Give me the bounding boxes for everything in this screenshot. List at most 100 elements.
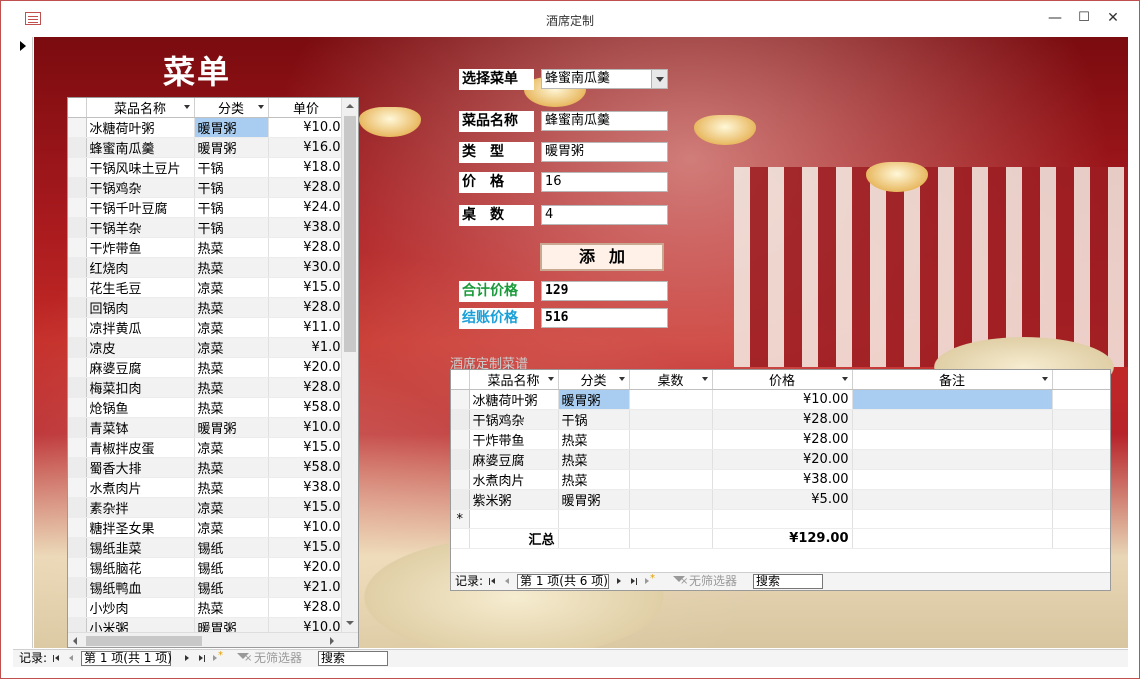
order-cell-price[interactable]: ¥10.00 [712, 389, 853, 410]
order-cell-notes[interactable] [852, 449, 1053, 470]
order-cell-category[interactable]: 暖胃粥 [558, 389, 630, 410]
nav-last-icon[interactable] [627, 573, 639, 590]
new-record-cell[interactable] [712, 509, 853, 529]
menu-cell-name[interactable]: 干锅鸡杂 [86, 177, 195, 198]
new-record-cell[interactable] [558, 509, 630, 529]
order-cell-notes[interactable] [852, 489, 1053, 510]
order-cell-category[interactable]: 干锅 [558, 409, 630, 430]
table-row[interactable]: 青菜钵 暖胃粥 ¥10.0 [68, 417, 345, 438]
order-cell-category[interactable]: 热菜 [558, 429, 630, 450]
scroll-down-arrow-icon[interactable] [342, 615, 358, 631]
order-header-selector[interactable] [451, 370, 470, 390]
order-cell-name[interactable]: 麻婆豆腐 [469, 449, 559, 470]
menu-col-price[interactable]: 单价 [268, 98, 345, 118]
menu-cell-category[interactable]: 热菜 [194, 477, 269, 498]
nav-new-icon[interactable] [211, 647, 223, 667]
row-selector[interactable] [68, 437, 87, 458]
nav-last-icon[interactable] [195, 650, 207, 667]
form-record-selector[interactable] [13, 37, 33, 648]
order-subform[interactable]: 菜品名称 分类 桌数 价格 备注 冰糖荷叶粥 暖胃粥 ¥10.00 干锅鸡杂 干锅 ¥28… [450, 369, 1111, 591]
row-selector[interactable] [451, 469, 470, 490]
menu-cell-name[interactable]: 回锅肉 [86, 297, 195, 318]
dropdown-arrow-icon[interactable] [701, 377, 708, 381]
row-selector[interactable] [68, 517, 87, 538]
order-filter-status[interactable]: 无筛选器 [689, 573, 737, 590]
order-cell-tables[interactable] [629, 409, 713, 430]
row-selector[interactable] [68, 117, 87, 138]
table-row[interactable]: 花生毛豆 凉菜 ¥15.0 [68, 277, 345, 298]
menu-cell-price[interactable]: ¥58.0 [268, 457, 345, 478]
row-selector[interactable] [68, 397, 87, 418]
table-row[interactable]: 凉皮 凉菜 ¥1.0 [68, 337, 345, 358]
order-cell-price[interactable]: ¥28.00 [712, 409, 853, 430]
dropdown-arrow-icon[interactable] [547, 377, 554, 381]
row-selector[interactable] [68, 137, 87, 158]
row-selector[interactable] [68, 477, 87, 498]
table-row[interactable]: 锡纸韭菜 锡纸 ¥15.0 [68, 537, 345, 558]
table-row[interactable]: 炝锅鱼 热菜 ¥58.0 [68, 397, 345, 418]
total-price-field[interactable]: 129 [541, 281, 668, 301]
menu-cell-price[interactable]: ¥15.0 [268, 437, 345, 458]
menu-cell-category[interactable]: 热菜 [194, 457, 269, 478]
close-button[interactable]: ✕ [1102, 7, 1124, 29]
order-cell-tables[interactable] [629, 429, 713, 450]
menu-cell-price[interactable]: ¥28.0 [268, 237, 345, 258]
order-cell-tables[interactable] [629, 489, 713, 510]
menu-vertical-scrollbar[interactable] [341, 98, 358, 632]
order-cell-name[interactable]: 干炸带鱼 [469, 429, 559, 450]
order-cell-category[interactable]: 热菜 [558, 469, 630, 490]
menu-col-name[interactable]: 菜品名称 [86, 98, 195, 118]
menu-cell-name[interactable]: 锡纸脑花 [86, 557, 195, 578]
menu-cell-name[interactable]: 干锅千叶豆腐 [86, 197, 195, 218]
row-selector[interactable] [451, 429, 470, 450]
order-cell-notes[interactable] [852, 409, 1053, 430]
row-selector[interactable] [68, 237, 87, 258]
row-selector[interactable] [68, 217, 87, 238]
table-row[interactable]: 紫米粥 暖胃粥 ¥5.00 [451, 489, 1110, 510]
menu-cell-name[interactable]: 水煮肉片 [86, 477, 195, 498]
order-cell-name[interactable]: 冰糖荷叶粥 [469, 389, 559, 410]
menu-cell-category[interactable]: 热菜 [194, 357, 269, 378]
menu-cell-name[interactable]: 素杂拌 [86, 497, 195, 518]
row-selector[interactable] [68, 417, 87, 438]
price-field[interactable]: 16 [541, 172, 668, 192]
menu-cell-name[interactable]: 小炒肉 [86, 597, 195, 618]
menu-cell-price[interactable]: ¥28.0 [268, 597, 345, 618]
row-selector[interactable] [68, 537, 87, 558]
row-selector[interactable] [68, 497, 87, 518]
nav-next-icon[interactable] [181, 650, 193, 667]
table-row[interactable]: 梅菜扣肉 热菜 ¥28.0 [68, 377, 345, 398]
nav-new-icon[interactable] [643, 570, 655, 590]
scroll-up-arrow-icon[interactable] [342, 98, 358, 114]
dish-name-field[interactable]: 蜂蜜南瓜羹 [541, 111, 668, 131]
order-cell-name[interactable]: 紫米粥 [469, 489, 559, 510]
menu-cell-price[interactable]: ¥1.0 [268, 337, 345, 358]
dropdown-arrow-icon[interactable] [183, 105, 190, 109]
row-selector[interactable] [68, 577, 87, 598]
menu-cell-category[interactable]: 热菜 [194, 597, 269, 618]
table-row[interactable]: 干锅羊杂 干锅 ¥38.0 [68, 217, 345, 238]
menu-cell-name[interactable]: 蜀香大排 [86, 457, 195, 478]
menu-cell-category[interactable]: 凉菜 [194, 317, 269, 338]
menu-cell-category[interactable]: 暖胃粥 [194, 137, 269, 158]
menu-cell-category[interactable]: 锡纸 [194, 537, 269, 558]
menu-cell-name[interactable]: 麻婆豆腐 [86, 357, 195, 378]
menu-cell-name[interactable]: 炝锅鱼 [86, 397, 195, 418]
order-cell-category[interactable]: 热菜 [558, 449, 630, 470]
menu-cell-category[interactable]: 暖胃粥 [194, 417, 269, 438]
table-row[interactable]: 锡纸脑花 锡纸 ¥20.0 [68, 557, 345, 578]
menu-cell-price[interactable]: ¥11.0 [268, 317, 345, 338]
menu-cell-price[interactable]: ¥21.0 [268, 577, 345, 598]
row-selector[interactable] [451, 449, 470, 470]
menu-cell-category[interactable]: 锡纸 [194, 557, 269, 578]
menu-cell-name[interactable]: 糖拌圣女果 [86, 517, 195, 538]
menu-cell-name[interactable]: 凉皮 [86, 337, 195, 358]
dropdown-arrow-icon[interactable] [618, 377, 625, 381]
order-cell-category[interactable]: 暖胃粥 [558, 489, 630, 510]
row-selector[interactable] [68, 357, 87, 378]
row-selector[interactable] [68, 597, 87, 618]
table-row[interactable]: 冰糖荷叶粥 暖胃粥 ¥10.00 [451, 389, 1110, 410]
scroll-left-arrow-icon[interactable] [68, 633, 84, 647]
menu-cell-name[interactable]: 红烧肉 [86, 257, 195, 278]
order-cell-name[interactable]: 干锅鸡杂 [469, 409, 559, 430]
